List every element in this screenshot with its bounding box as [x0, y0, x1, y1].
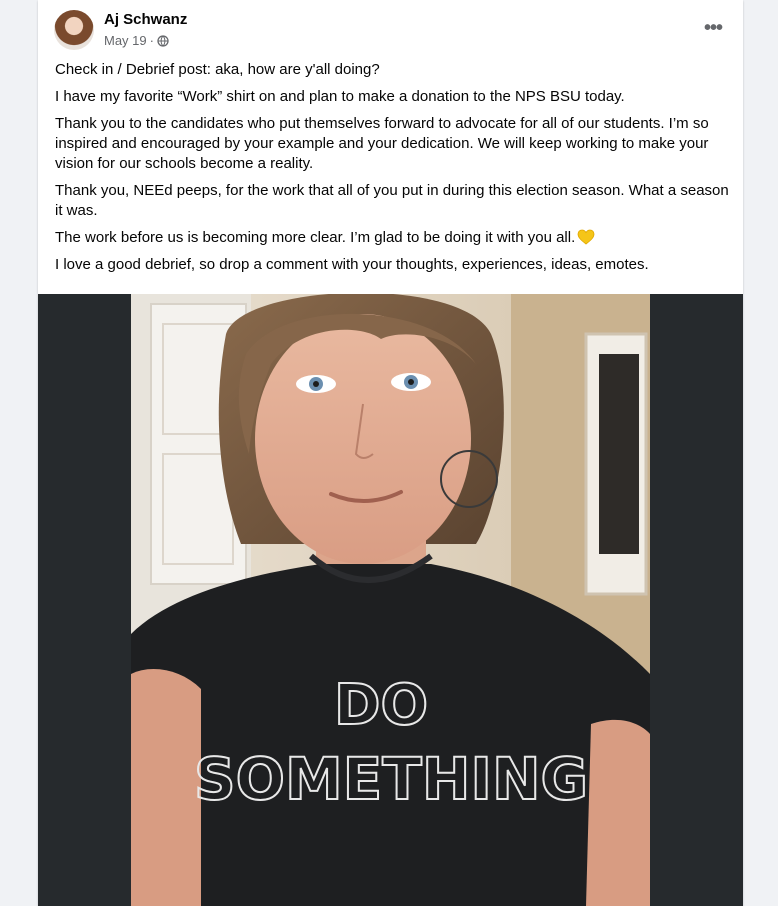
- shirt-text-line2: SOMETHING: [194, 745, 588, 813]
- post-paragraph: Thank you to the candidates who put them…: [55, 115, 709, 172]
- post-header: Aj Schwanz May 19 · •••: [38, 0, 743, 56]
- post-paragraph: Thank you, NEEd peeps, for the work that…: [55, 182, 729, 219]
- post-paragraph: The work before us is becoming more clea…: [55, 228, 730, 248]
- post-paragraph: I love a good debrief, so drop a comment…: [55, 256, 649, 273]
- more-options-button[interactable]: •••: [699, 16, 727, 40]
- post-paragraph: Check in / Debrief post: aka, how are y'…: [55, 61, 380, 78]
- post-paragraph-text: The work before us is becoming more clea…: [55, 229, 576, 246]
- post-text: Check in / Debrief post: aka, how are y'…: [55, 60, 730, 282]
- shirt-text-line1: DO: [334, 673, 428, 738]
- post-card: Aj Schwanz May 19 · ••• Check in / Debri…: [38, 0, 743, 906]
- post-paragraph: I have my favorite “Work” shirt on and p…: [55, 88, 625, 105]
- post-photo[interactable]: DO SOMETHING: [131, 294, 650, 906]
- meta-separator: ·: [149, 33, 154, 48]
- post-meta: May 19 ·: [104, 33, 169, 48]
- author-name[interactable]: Aj Schwanz: [104, 11, 187, 28]
- yellow-heart-icon: [577, 229, 595, 245]
- avatar[interactable]: [54, 10, 94, 50]
- post-date[interactable]: May 19: [104, 33, 147, 48]
- photo-container[interactable]: DO SOMETHING: [38, 294, 743, 906]
- more-options-icon: •••: [703, 16, 723, 39]
- globe-icon: [157, 34, 169, 47]
